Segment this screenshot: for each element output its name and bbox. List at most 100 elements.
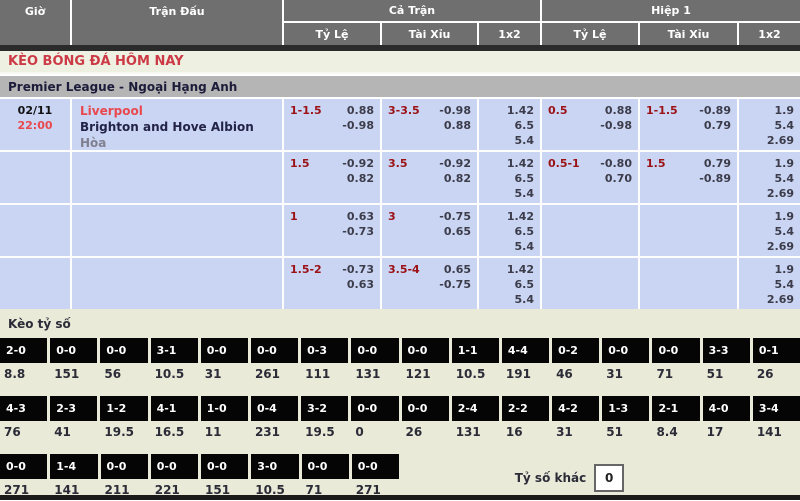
odds-value[interactable]: 0.82 [444,171,471,186]
odds-value[interactable]: -0.92 [439,156,471,171]
handicap-line: 1 [290,209,298,252]
score-bet-cell[interactable]: 2-08.8 [0,338,47,385]
score-odds: 231 [251,421,298,443]
odds-value[interactable]: 6.5 [515,171,535,186]
score-bet-cell[interactable]: 4-376 [0,396,47,443]
score-bet-cell[interactable]: 4-017 [703,396,750,443]
score-bet-cell[interactable]: 0-0151 [201,454,248,501]
ft-handicap-cell: 1.5-2 -0.730.63 [284,258,380,309]
odds-value[interactable]: 2.69 [767,239,794,254]
score-bet-cell[interactable]: 0-0261 [251,338,298,385]
odds-value[interactable]: 6.5 [515,118,535,133]
odds-value[interactable]: 2.69 [767,186,794,201]
score-bet-cell[interactable]: 0-071 [652,338,699,385]
score-bet-cell[interactable]: 4-231 [552,396,599,443]
odds-value[interactable]: 0.88 [347,103,374,118]
odds-value[interactable]: 0.88 [605,103,632,118]
odds-value[interactable]: 1.9 [775,156,795,171]
odds-value[interactable]: -0.75 [439,277,471,292]
odds-value[interactable]: 1.42 [507,103,534,118]
odds-value[interactable]: 5.4 [515,239,535,254]
score-label: 3-0 [251,454,298,479]
odds-value[interactable]: -0.89 [699,103,731,118]
score-bet-cell[interactable]: 2-18.4 [652,396,699,443]
odds-value[interactable]: -0.73 [342,224,374,239]
odds-value[interactable]: 6.5 [515,277,535,292]
odds-value[interactable]: 5.4 [775,224,795,239]
odds-value[interactable]: 0.63 [347,277,374,292]
score-bet-cell[interactable]: 4-116.5 [151,396,198,443]
odds-value[interactable]: 2.69 [767,133,794,148]
odds-value[interactable]: -0.98 [342,118,374,133]
score-bet-cell[interactable]: 0-00 [351,396,398,443]
score-bet-cell[interactable]: 0-0221 [151,454,198,501]
score-label: 1-3 [602,396,649,421]
odds-value[interactable]: 5.4 [515,133,535,148]
odds-value[interactable]: 0.65 [444,224,471,239]
odds-value[interactable]: 0.82 [347,171,374,186]
score-bet-cell[interactable]: 0-126 [753,338,800,385]
odds-value[interactable]: 5.4 [515,292,535,307]
score-bet-cell[interactable]: 3-4141 [753,396,800,443]
odds-value[interactable]: 1.42 [507,209,534,224]
score-bet-cell[interactable]: 3-110.5 [151,338,198,385]
odds-value[interactable]: -0.92 [342,156,374,171]
score-bet-cell[interactable]: 3-010.5 [251,454,298,501]
score-bet-cell[interactable]: 2-341 [50,396,97,443]
odds-value[interactable]: 1.9 [775,209,795,224]
odds-value[interactable]: 6.5 [515,224,535,239]
score-bet-cell[interactable]: 1-219.5 [100,396,147,443]
odds-value[interactable]: 2.69 [767,292,794,307]
odds-value[interactable]: 0.79 [704,118,731,133]
score-bet-cell[interactable]: 3-219.5 [301,396,348,443]
score-bet-cell[interactable]: 2-4131 [452,396,499,443]
odds-value[interactable]: 5.4 [775,171,795,186]
odds-value[interactable]: 0.70 [605,171,632,186]
odds-value[interactable]: -0.89 [699,171,731,186]
odds-value[interactable]: 5.4 [775,118,795,133]
score-bet-cell[interactable]: 0-0211 [101,454,148,501]
score-bet-cell[interactable]: 0-0121 [402,338,449,385]
odds-value[interactable]: 0.88 [444,118,471,133]
overunder-line: 3-3.5 [388,103,420,146]
odds-value[interactable]: -0.80 [600,156,632,171]
odds-value[interactable]: 1.42 [507,262,534,277]
score-bet-cell[interactable]: 1-110.5 [452,338,499,385]
score-bet-cell[interactable]: 0-246 [552,338,599,385]
score-bet-cell[interactable]: 0-026 [402,396,449,443]
odds-value[interactable]: -0.98 [439,103,471,118]
odds-value[interactable]: 1.42 [507,156,534,171]
score-bet-cell[interactable]: 0-056 [100,338,147,385]
score-bet-cell[interactable]: 0-4231 [251,396,298,443]
odds-value[interactable]: 0.65 [444,262,471,277]
odds-value[interactable]: 1.9 [775,262,795,277]
odds-value[interactable]: 0.63 [347,209,374,224]
score-bet-cell[interactable]: 0-0271 [0,454,47,501]
score-bet-cell[interactable]: 1-4141 [50,454,97,501]
score-bet-cell[interactable]: 0-031 [602,338,649,385]
score-bet-cell[interactable]: 0-0131 [351,338,398,385]
score-bet-cell[interactable]: 1-351 [602,396,649,443]
odds-value[interactable]: 1.9 [775,103,795,118]
correct-score-title: Kèo tỷ số [0,309,800,338]
score-bet-cell[interactable]: 2-216 [502,396,549,443]
score-bet-cell[interactable]: 0-031 [201,338,248,385]
score-bet-cell[interactable]: 3-351 [703,338,750,385]
odds-value[interactable]: -0.73 [342,262,374,277]
score-bet-cell[interactable]: 1-011 [201,396,248,443]
score-bet-cell[interactable]: 0-0151 [50,338,97,385]
score-bet-cell[interactable]: 0-0271 [352,454,399,501]
score-label: 1-2 [100,396,147,421]
match-time: 22:00 [6,118,64,133]
score-bet-cell[interactable]: 4-4191 [502,338,549,385]
match-teams-cell [72,205,282,256]
other-score-input[interactable]: 0 [594,464,624,492]
score-bet-cell[interactable]: 0-071 [302,454,349,501]
odds-value[interactable]: -0.98 [600,118,632,133]
odds-value[interactable]: 0.79 [704,156,731,171]
score-label: 0-0 [50,338,97,363]
score-bet-cell[interactable]: 0-3111 [301,338,348,385]
odds-value[interactable]: 5.4 [515,186,535,201]
odds-value[interactable]: 5.4 [775,277,795,292]
odds-value[interactable]: -0.75 [439,209,471,224]
